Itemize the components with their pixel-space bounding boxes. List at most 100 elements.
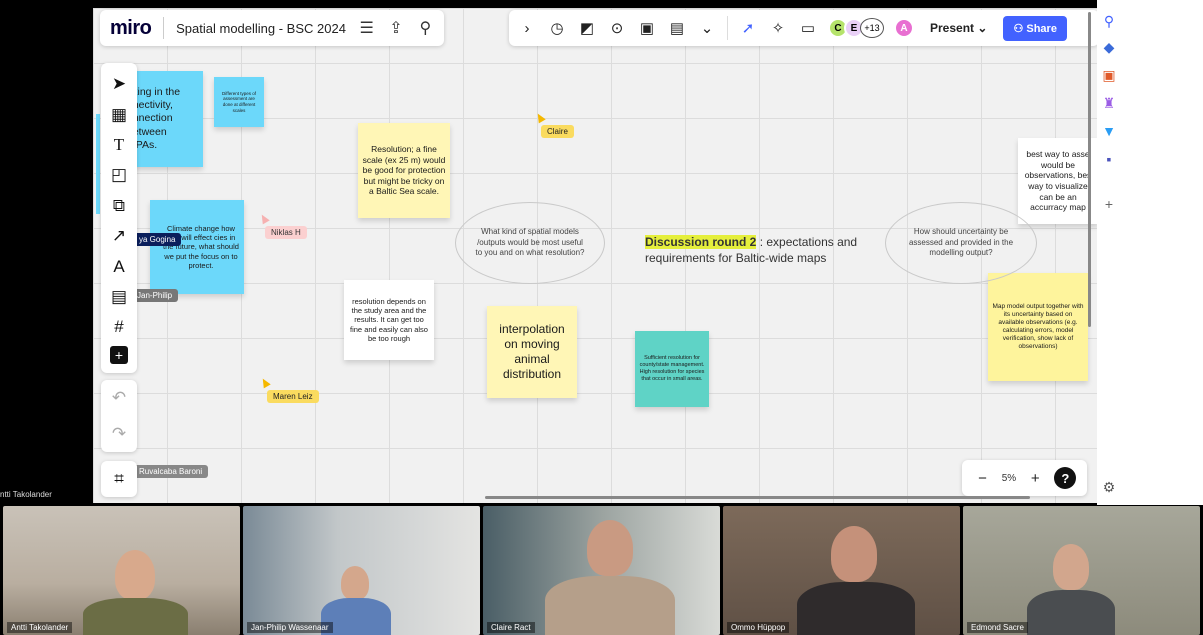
participant-name: Ommo Hüppop [727, 622, 790, 633]
cursor-label: Maren Leiz [267, 390, 319, 403]
participant-head [341, 566, 369, 600]
horizontal-scrollbar[interactable] [485, 496, 1030, 499]
text-icon[interactable]: T [107, 133, 131, 157]
screen: cking in the nnectivity, onnection betwe… [0, 0, 1203, 635]
chevron-down-icon: ⌄ [977, 21, 988, 35]
number-icon[interactable]: ▣ [637, 19, 657, 37]
discussion-question[interactable]: What kind of spatial models /outputs wou… [455, 202, 605, 284]
cursor-icon[interactable]: ➚ [738, 19, 758, 37]
sticky-note[interactable]: Climate change how that will effect cies… [150, 200, 244, 294]
vertical-scrollbar[interactable] [1088, 12, 1091, 327]
cursor-label: Jan-Philip [131, 289, 179, 302]
participant-name: Edmond Sacre [967, 622, 1028, 633]
discussion-question[interactable]: How should uncertainty be assessed and p… [885, 202, 1037, 284]
chevron-right-icon[interactable]: › [517, 20, 537, 37]
sticky-note-icon[interactable]: ◰ [107, 163, 131, 187]
comment-icon[interactable]: ▭ [798, 19, 818, 37]
sticky-note[interactable]: Resolution; a fine scale (ex 25 m) would… [358, 123, 450, 218]
sticky-note[interactable]: best way to asse would be observations, … [1018, 138, 1097, 224]
participant-head [1053, 544, 1089, 590]
plus-icon[interactable]: + [1100, 195, 1118, 213]
comment-icon[interactable]: ▤ [107, 285, 131, 309]
settings-icon[interactable]: ⚙ [1100, 478, 1118, 496]
sticky-note[interactable]: Different types of assessment are done a… [214, 77, 264, 127]
sticky-note[interactable]: Map model output together with its uncer… [988, 273, 1088, 381]
video-strip: Antti Takolander Jan-Philip Wassenaar Cl… [0, 506, 1203, 635]
notes-icon[interactable]: ▤ [667, 19, 687, 37]
presenter-name: ntti Takolander [0, 490, 52, 499]
undo-icon[interactable]: ↶ [107, 386, 131, 410]
reactions-icon[interactable]: ◩ [577, 19, 597, 37]
video-tile[interactable]: Claire Ract [483, 506, 720, 635]
redo-icon[interactable]: ↷ [107, 422, 131, 446]
focus-icon[interactable]: ⊙ [607, 19, 627, 37]
frames-panel: ⌗ [101, 461, 137, 497]
pen-icon[interactable]: A [107, 255, 131, 279]
zoom-level[interactable]: 5% [1002, 473, 1016, 484]
templates-icon[interactable]: ▦ [107, 103, 131, 127]
divider [727, 16, 728, 40]
discussion-heading[interactable]: Discussion round 2 : expectations and re… [645, 234, 875, 266]
shapes-icon[interactable]: ⧉ [107, 194, 131, 218]
collaborator-count[interactable]: +13 [860, 18, 884, 38]
divider [163, 17, 165, 39]
miro-logo[interactable]: miro [110, 17, 152, 40]
participant-body [83, 598, 188, 635]
present-button[interactable]: Present ⌄ [924, 21, 993, 35]
cursor-label: Ruvalcaba Baroni [133, 465, 209, 478]
participant-body [1027, 590, 1115, 635]
user-icon: ⚇ [1013, 22, 1024, 35]
search-icon[interactable]: ⚲ [1100, 12, 1118, 30]
export-icon[interactable]: ⇪ [387, 18, 404, 38]
board-canvas[interactable]: cking in the nnectivity, onnection betwe… [93, 8, 1097, 503]
teams-icon[interactable]: ▪ [1100, 150, 1118, 168]
sticky-edge [96, 114, 100, 214]
board-header: miro Spatial modelling - BSC 2024 ☰ ⇪ ⚲ [100, 10, 444, 46]
zoom-out-icon[interactable]: − [973, 470, 993, 487]
sticky-note[interactable]: Sufficient resolution for county/state m… [635, 331, 709, 407]
participant-body [797, 582, 915, 635]
board-title[interactable]: Spatial modelling - BSC 2024 [176, 21, 346, 36]
timer-icon[interactable]: ◷ [547, 19, 567, 37]
sticky-note[interactable]: interpolation on moving animal distribut… [487, 306, 577, 398]
zoom-controls: − 5% + ? [962, 460, 1087, 496]
cursor-label: Claire [541, 125, 574, 138]
collaboration-toolbar: › ◷ ◩ ⊙ ▣ ▤ ⌄ ➚ ✧ ▭ C E +13 A Present ⌄ … [509, 10, 1099, 46]
video-tile[interactable]: Jan-Philip Wassenaar [243, 506, 480, 635]
apps-icon[interactable]: ▣ [1100, 66, 1118, 84]
cart-icon[interactable]: ▼ [1100, 122, 1118, 140]
video-tile[interactable]: Edmond Sacre [963, 506, 1200, 635]
help-icon[interactable]: ? [1054, 467, 1077, 489]
cursor-pointer-icon [259, 376, 271, 389]
zoom-in-icon[interactable]: + [1025, 470, 1045, 487]
search-icon[interactable]: ⚲ [417, 18, 434, 38]
select-icon[interactable]: ➤ [107, 72, 131, 96]
participant-name: Antti Takolander [7, 622, 73, 633]
participant-body [545, 576, 675, 635]
frames-icon[interactable]: ⌗ [107, 467, 131, 491]
video-tile[interactable]: Ommo Hüppop [723, 506, 960, 635]
participant-head [831, 526, 877, 582]
cursor-pointer-icon [258, 212, 270, 225]
share-label: Share [1026, 22, 1057, 35]
add-icon[interactable]: + [110, 345, 128, 364]
heading-highlight: Discussion round 2 [645, 235, 757, 249]
celebrate-icon[interactable]: ✧ [768, 19, 788, 37]
avatar[interactable]: A [894, 18, 914, 38]
participant-name: Claire Ract [487, 622, 535, 633]
present-label: Present [930, 21, 975, 35]
participant-head [115, 550, 155, 600]
participant-head [587, 520, 633, 576]
frame-icon[interactable]: # [107, 315, 131, 339]
cursor-pointer-icon [534, 111, 546, 124]
video-tile[interactable]: Antti Takolander [3, 506, 240, 635]
more-icon[interactable]: ⌄ [697, 19, 717, 37]
share-button[interactable]: ⚇ Share [1003, 15, 1067, 41]
tag-icon[interactable]: ◆ [1100, 38, 1118, 56]
avatar-stack[interactable]: C E +13 [828, 18, 884, 38]
menu-icon[interactable]: ☰ [358, 18, 375, 38]
integrations-icon[interactable]: ♜ [1100, 94, 1118, 112]
cursor-label: Niklas H [265, 226, 307, 239]
arrow-icon[interactable]: ↗ [107, 224, 131, 248]
sticky-note[interactable]: resolution depends on the study area and… [344, 280, 434, 360]
